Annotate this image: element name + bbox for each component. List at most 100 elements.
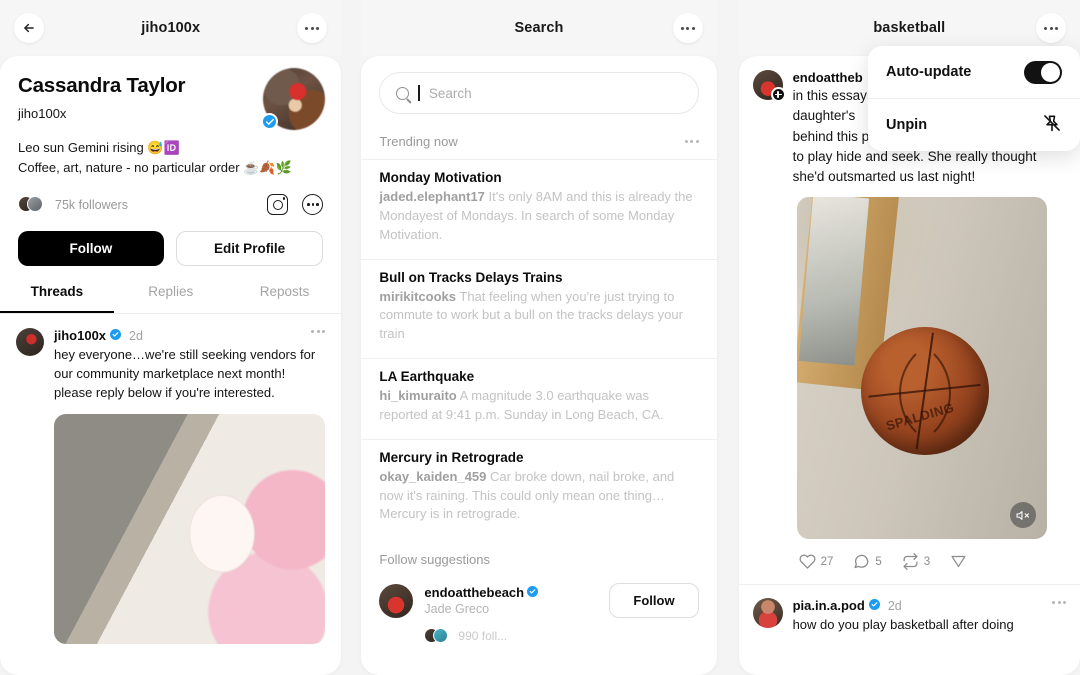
list-item[interactable]: LA Earthquake hi_kimuraito A magnitude 3… (361, 358, 717, 439)
like-button[interactable]: 27 (799, 553, 834, 570)
list-item[interactable]: Bull on Tracks Delays Trains mirikitcook… (361, 258, 717, 359)
trending-header: Trending now (361, 114, 716, 159)
trending-more-icon[interactable] (684, 140, 699, 143)
instagram-icon[interactable] (267, 194, 289, 216)
profile-bio: Leo sun Gemini rising 😅🆔 Coffee, art, na… (18, 138, 323, 178)
edit-profile-button[interactable]: Edit Profile (175, 231, 324, 267)
basketball-object: SPALDING (860, 327, 989, 456)
follow-button[interactable]: Follow (18, 231, 164, 267)
search-card: Search Trending now Monday Motivation ja… (361, 56, 717, 675)
menu-item-auto-update[interactable]: Auto-update (868, 46, 1080, 98)
trend-author: hi_kimuraito (379, 388, 457, 404)
post-username[interactable]: pia.in.a.pod (793, 598, 865, 613)
trend-author: jaded.elephant17 (379, 189, 485, 204)
tab-threads[interactable]: Threads (0, 284, 114, 314)
trend-desc: mirikitcooks That feeling when you're ju… (379, 288, 698, 345)
trend-title: Mercury in Retrograde (379, 449, 524, 465)
comment-icon (854, 555, 869, 569)
verified-badge-icon (261, 113, 279, 130)
search-panel: Search Search Trending now Monday Motiva… (361, 0, 717, 675)
basketball-header-title: basketball (873, 20, 946, 36)
peek-count: 990 foll... (458, 628, 508, 643)
share-icon (951, 556, 966, 568)
more-options-icon[interactable] (1036, 13, 1066, 43)
peek-avatars (424, 628, 452, 644)
more-options-icon[interactable] (672, 13, 703, 43)
follower-avatars (18, 196, 48, 213)
reply-button[interactable]: 5 (853, 553, 882, 570)
verified-badge-icon (527, 586, 539, 598)
suggestion-name: Jade Greco (424, 602, 490, 617)
post-text: hey everyone…we're still seeking vendors… (54, 347, 316, 400)
follow-suggestions-label: Follow suggestions (379, 552, 490, 568)
trend-title: Monday Motivation (379, 170, 502, 185)
tab-reposts[interactable]: Reposts (228, 284, 342, 313)
profile-tabs: Threads Replies Reposts (0, 284, 342, 315)
list-item[interactable]: Mercury in Retrograde okay_kaiden_459 Ca… (361, 438, 717, 539)
thread-post-2[interactable]: pia.in.a.pod 2d how do you play basketba… (739, 585, 1080, 635)
profile-header-block: Cassandra Taylor jiho100x Leo sun Gemini… (0, 56, 341, 178)
picture-frame-inner (798, 197, 869, 367)
repost-button[interactable]: 3 (902, 553, 931, 571)
tab-replies-underline (114, 311, 228, 313)
post-more-icon[interactable] (1052, 601, 1066, 605)
post-avatar[interactable] (752, 70, 786, 102)
engagement-row: 27 5 3 (753, 539, 1066, 584)
suggestion-username[interactable]: endoatthebeach (424, 585, 524, 600)
heart-icon (799, 554, 816, 569)
profile-bio-line-1: Leo sun Gemini rising 😅🆔 (18, 140, 180, 155)
repost-count: 3 (923, 555, 931, 568)
post-timestamp: 2d (129, 328, 143, 343)
ball-seam-right (898, 337, 1009, 450)
list-item[interactable]: Monday Motivation jaded.elephant17 It's … (361, 159, 717, 259)
post-avatar[interactable] (16, 328, 44, 357)
tab-reposts-label: Reposts (259, 284, 310, 300)
tab-replies-label: Replies (148, 284, 194, 300)
back-arrow-icon[interactable] (14, 13, 44, 43)
avatar[interactable] (261, 68, 326, 130)
post-more-icon[interactable] (311, 330, 326, 334)
tab-threads-underline (0, 311, 114, 314)
auto-update-toggle[interactable] (1024, 60, 1062, 84)
followers-group[interactable]: 75k followers (18, 196, 128, 213)
follow-button[interactable]: Follow (609, 583, 699, 619)
search-header-title: Search (514, 20, 564, 36)
mute-icon[interactable] (1009, 502, 1036, 529)
followers-row: 75k followers (0, 194, 341, 216)
unpin-icon (1042, 113, 1062, 138)
share-button[interactable] (950, 553, 967, 570)
profile-more-icon[interactable] (302, 194, 324, 216)
suggestion-followers-peek: 990 foll... (361, 618, 716, 644)
search-input[interactable]: Search (379, 72, 699, 114)
add-follow-icon[interactable] (770, 87, 786, 102)
menu-item-unpin-label: Unpin (886, 117, 928, 133)
menu-item-unpin[interactable]: Unpin (868, 99, 1080, 151)
trend-desc: hi_kimuraito A magnitude 3.0 earthquake … (379, 387, 698, 425)
followers-count: 75k followers (55, 197, 128, 212)
text-caret (418, 85, 420, 101)
tab-replies[interactable]: Replies (114, 284, 228, 313)
app-stage: jiho100x Cassandra Taylor jiho100x Leo s… (0, 0, 1080, 675)
profile-topbar: jiho100x (0, 0, 342, 56)
tab-reposts-underline (228, 311, 342, 313)
like-count: 27 (820, 555, 834, 568)
suggestion-row[interactable]: endoatthebeach Jade Greco Follow (361, 571, 716, 619)
profile-bio-line-2: Coffee, art, nature - no particular orde… (18, 160, 292, 176)
trend-author: mirikitcooks (379, 288, 457, 304)
trend-title: Bull on Tracks Delays Trains (379, 269, 563, 285)
reply-count: 5 (875, 555, 882, 568)
trend-title: LA Earthquake (379, 369, 475, 385)
post-text: how do you play basketball after doing (792, 617, 1014, 633)
post-avatar[interactable] (752, 598, 783, 629)
thread-post[interactable]: jiho100x 2d hey everyone…we're still see… (0, 314, 341, 644)
post-username[interactable]: jiho100x (54, 328, 106, 343)
post-timestamp: 2d (887, 598, 902, 613)
search-bar-wrap: Search (361, 56, 716, 114)
post-image[interactable] (54, 413, 326, 644)
more-options-icon[interactable] (297, 13, 328, 43)
suggestion-avatar[interactable] (379, 583, 414, 618)
toggle-knob (1041, 62, 1060, 82)
post-image-content (54, 413, 326, 644)
post-video[interactable]: SPALDING (796, 197, 1047, 540)
search-placeholder: Search (428, 85, 472, 101)
